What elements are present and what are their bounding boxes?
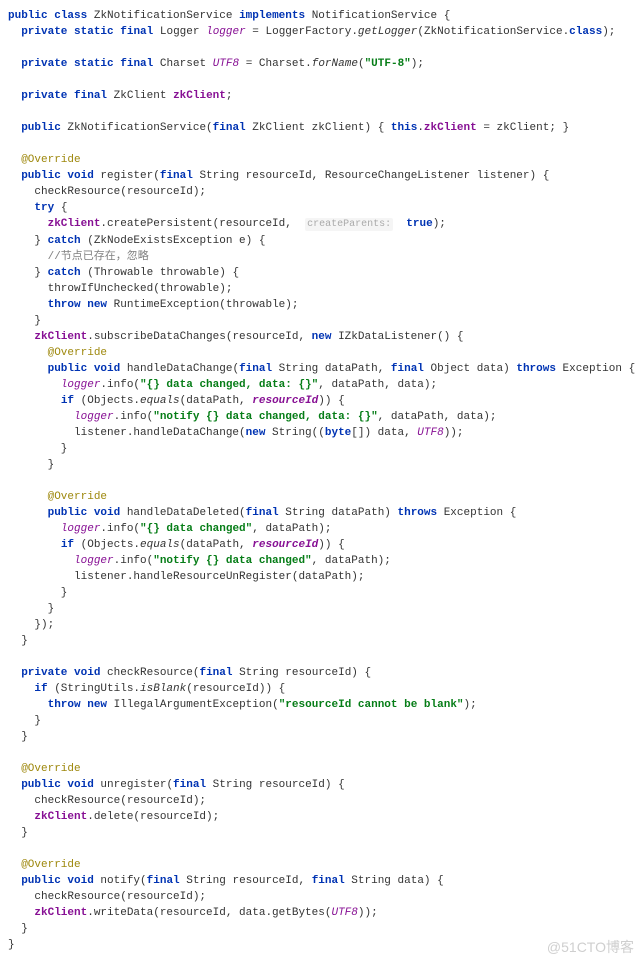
code-block: public class ZkNotificationService imple… [8,8,632,953]
